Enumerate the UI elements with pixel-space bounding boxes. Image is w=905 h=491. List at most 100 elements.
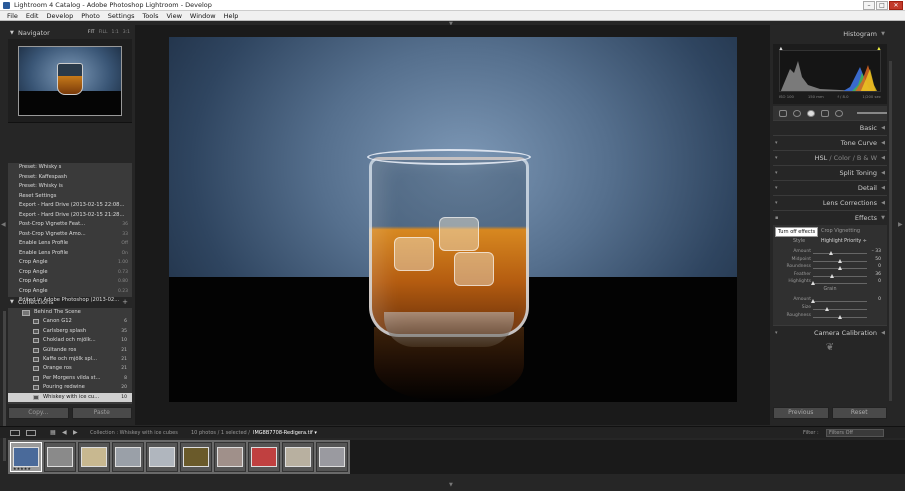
menu-develop[interactable]: Develop bbox=[42, 11, 77, 20]
selected-filename[interactable]: IMG8B7708-Redigera.tif ▾ bbox=[253, 427, 317, 439]
paste-button[interactable]: Paste bbox=[71, 407, 132, 419]
history-item[interactable]: Export - Hard Drive (2013-02-15 22:08... bbox=[8, 201, 132, 211]
hsl-tab[interactable]: HSL bbox=[815, 154, 828, 162]
zoom-fill[interactable]: FILL bbox=[99, 27, 108, 39]
history-item[interactable]: Post-Crop Vignette Amo... 33 bbox=[8, 230, 132, 240]
slider-value[interactable]: 50 bbox=[875, 257, 881, 262]
history-item[interactable]: Preset: Kaffespash bbox=[8, 173, 132, 183]
maximize-button[interactable]: □ bbox=[876, 1, 888, 10]
menu-edit[interactable]: Edit bbox=[22, 11, 43, 20]
reset-button[interactable]: Reset bbox=[831, 407, 887, 419]
history-item[interactable]: Preset: Whisky s bbox=[8, 163, 132, 173]
zoom-1-1[interactable]: 1:1 bbox=[112, 27, 119, 39]
menu-view[interactable]: View bbox=[162, 11, 185, 20]
camera-calibration-header[interactable]: ▾ Camera Calibration ◀ bbox=[773, 325, 887, 340]
slider-handle[interactable] bbox=[828, 251, 833, 255]
basic-panel-header[interactable]: Basic ◀ bbox=[773, 120, 887, 135]
color-tab[interactable]: Color bbox=[834, 154, 851, 162]
image-canvas[interactable] bbox=[135, 25, 770, 425]
previous-button[interactable]: Previous bbox=[773, 407, 829, 419]
tone-curve-header[interactable]: ▾ Tone Curve ◀ bbox=[773, 135, 887, 150]
menu-file[interactable]: File bbox=[3, 11, 22, 20]
collection-item[interactable]: Gültande ros 21 bbox=[8, 346, 132, 355]
slider-handle[interactable] bbox=[838, 266, 842, 270]
history-item[interactable]: Crop Angle 0.80 bbox=[8, 277, 132, 287]
collection-item[interactable]: Canon G12 6 bbox=[8, 317, 132, 326]
collection-item[interactable]: Choklad och mjölk... 10 bbox=[8, 336, 132, 345]
filmstrip-thumbnail[interactable] bbox=[180, 442, 212, 472]
filmstrip-thumbnail[interactable] bbox=[112, 442, 144, 472]
slider-handle[interactable] bbox=[838, 315, 842, 319]
spot-removal-icon[interactable] bbox=[793, 109, 801, 117]
history-item[interactable]: Crop Angle 0.73 bbox=[8, 268, 132, 278]
adjustment-brush-icon[interactable] bbox=[835, 109, 843, 117]
slider-track[interactable] bbox=[813, 309, 867, 310]
filmstrip-thumbnail[interactable] bbox=[282, 442, 314, 472]
filmstrip-thumbnail[interactable] bbox=[248, 442, 280, 472]
history-item[interactable]: Export - Hard Drive (2013-02-15 21:28... bbox=[8, 211, 132, 221]
forward-arrow-icon[interactable]: ▶ bbox=[73, 427, 78, 439]
copy-button[interactable]: Copy... bbox=[8, 407, 69, 419]
panel-switch-icon[interactable]: ▾ bbox=[775, 136, 778, 151]
menu-tools[interactable]: Tools bbox=[138, 11, 162, 20]
panel-switch-icon[interactable]: ▪ bbox=[775, 211, 778, 226]
slider-value[interactable]: 0 bbox=[878, 279, 881, 284]
slider-handle[interactable] bbox=[824, 307, 829, 311]
left-panel-toggle-icon[interactable]: ◀ bbox=[1, 221, 6, 228]
filmstrip-thumbnail[interactable] bbox=[214, 442, 246, 472]
histogram-header[interactable]: Histogram ▼ bbox=[773, 27, 887, 42]
graduated-filter-icon[interactable] bbox=[821, 109, 829, 117]
collection-item[interactable]: Orange ros 21 bbox=[8, 364, 132, 373]
menu-settings[interactable]: Settings bbox=[104, 11, 139, 20]
red-eye-icon[interactable] bbox=[807, 109, 815, 117]
slider-handle[interactable] bbox=[838, 258, 842, 263]
histogram-graph[interactable] bbox=[779, 50, 881, 92]
left-scrollbar[interactable] bbox=[3, 311, 6, 461]
back-arrow-icon[interactable]: ◀ bbox=[62, 427, 67, 439]
history-item[interactable]: Reset Settings bbox=[8, 192, 132, 202]
slider-handle[interactable] bbox=[811, 281, 815, 285]
menu-window[interactable]: Window bbox=[186, 11, 220, 20]
menu-photo[interactable]: Photo bbox=[77, 11, 104, 20]
collection-item[interactable]: Per Morgens vilda st... 8 bbox=[8, 374, 132, 383]
slider-value[interactable]: 0 bbox=[878, 297, 881, 302]
style-dropdown[interactable]: Highlight Priority ÷ bbox=[821, 239, 867, 244]
minimize-button[interactable]: – bbox=[863, 1, 875, 10]
add-collection-icon[interactable]: + bbox=[122, 296, 128, 308]
crop-tool-icon[interactable] bbox=[779, 109, 787, 117]
collection-item[interactable]: Whiskey with ice cu... 10 bbox=[8, 392, 132, 402]
filmstrip-thumbnail[interactable]: ★★★★★ bbox=[10, 442, 42, 472]
collection-item[interactable]: Pouring redwine 20 bbox=[8, 383, 132, 392]
slider-handle[interactable] bbox=[811, 299, 815, 303]
collection-item[interactable]: Kaffe och mjölk spl... 21 bbox=[8, 355, 132, 364]
history-item[interactable]: Crop Angle 0.23 bbox=[8, 287, 132, 297]
filmstrip-thumbnail[interactable] bbox=[78, 442, 110, 472]
panel-switch-icon[interactable]: ▾ bbox=[775, 181, 778, 196]
slider-value[interactable]: 36 bbox=[875, 272, 881, 277]
close-button[interactable]: ✕ bbox=[889, 1, 903, 10]
effects-header[interactable]: ▪ Effects ▼ bbox=[773, 210, 887, 225]
slider-handle[interactable] bbox=[830, 273, 835, 278]
slider-track[interactable] bbox=[813, 275, 867, 277]
panel-switch-icon[interactable]: ▾ bbox=[775, 196, 778, 211]
history-item[interactable]: Preset: Whisky is bbox=[8, 182, 132, 192]
main-window-icon[interactable] bbox=[10, 430, 20, 436]
history-item[interactable]: Crop Angle 1.00 bbox=[8, 258, 132, 268]
bottom-panel-toggle-icon[interactable]: ▼ bbox=[449, 482, 453, 488]
zoom-3-1[interactable]: 3:1 bbox=[123, 27, 130, 39]
lens-corrections-header[interactable]: ▾ Lens Corrections ◀ bbox=[773, 195, 887, 210]
bw-tab[interactable]: B & W bbox=[857, 154, 877, 162]
right-panel-toggle-icon[interactable]: ▶ bbox=[898, 221, 903, 228]
history-item[interactable]: Enable Lens Profile On bbox=[8, 249, 132, 259]
right-scrollbar[interactable] bbox=[889, 61, 892, 401]
filmstrip-thumbnail[interactable] bbox=[44, 442, 76, 472]
navigator-preview[interactable] bbox=[8, 39, 132, 123]
slider-value[interactable]: – 33 bbox=[872, 249, 881, 254]
slider-track[interactable] bbox=[813, 301, 867, 302]
split-toning-header[interactable]: ▾ Split Toning ◀ bbox=[773, 165, 887, 180]
navigator-header[interactable]: ▼ Navigator FIT FILL 1:1 3:1 bbox=[8, 27, 132, 39]
secondary-window-icon[interactable] bbox=[26, 430, 36, 436]
history-item[interactable]: Post-Crop Vignette Feat... 36 bbox=[8, 220, 132, 230]
collection-item[interactable]: Carlsberg splash 35 bbox=[8, 327, 132, 336]
collection-set[interactable]: Behind The Scene bbox=[8, 308, 132, 317]
